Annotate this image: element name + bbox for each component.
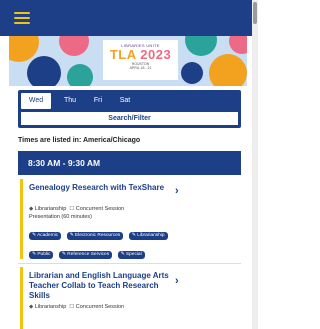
tab-sat[interactable]: Sat <box>112 93 138 109</box>
session-type: Concurrent Session <box>75 206 125 212</box>
session-card[interactable]: Genealogy Research with TexShare › ◆ Lib… <box>20 179 241 259</box>
logo-wordmark: TLA 2023 <box>109 47 172 62</box>
chevron-right-icon[interactable]: › <box>175 185 179 197</box>
tag-public[interactable]: ✎ Public <box>29 251 54 259</box>
tab-wed[interactable]: Wed <box>21 93 51 109</box>
session-meta: ◆ Librarianship ☐ Concurrent Session <box>29 206 124 212</box>
tag-librarianship[interactable]: ✎ Librarianship <box>128 232 168 240</box>
tag-icon: ◆ <box>29 304 34 310</box>
tag-icon: ◆ <box>29 206 34 212</box>
time-slot-header: 8:30 AM - 9:30 AM <box>18 151 241 175</box>
tag-reference-services[interactable]: ✎ Reference Services <box>58 251 113 259</box>
conference-logo: LIBRARIES UNITE TLA 2023 HOUSTON APRIL 1… <box>103 40 178 80</box>
session-type: Concurrent Session <box>75 304 125 310</box>
search-filter-button[interactable]: Search/Filter <box>21 112 238 125</box>
session-format: Presentation (60 minutes) <box>29 214 92 220</box>
conference-banner: LIBRARIES UNITE TLA 2023 HOUSTON APRIL 1… <box>9 36 247 86</box>
session-card[interactable]: Librarian and English Language Arts Teac… <box>20 267 241 329</box>
divider <box>18 263 241 264</box>
scrollbar[interactable] <box>252 0 258 329</box>
tab-fri[interactable]: Fri <box>86 93 110 109</box>
tag-special[interactable]: ✎ Special <box>117 251 145 259</box>
session-meta: ◆ Librarianship ☐ Concurrent Session <box>29 304 124 310</box>
tag-academic[interactable]: ✎ Academic <box>29 232 62 240</box>
hamburger-icon[interactable] <box>14 12 30 24</box>
session-title[interactable]: Librarian and English Language Arts Teac… <box>29 271 179 301</box>
timezone-note: Times are listed in: America/Chicago <box>18 137 141 144</box>
logo-dates: APRIL 18 - 21 <box>129 66 152 70</box>
session-tags: ✎ Academic ✎ Electronic Resources ✎ Libr… <box>29 223 189 261</box>
session-track: Librarianship <box>34 304 67 310</box>
session-track: Librarianship <box>34 206 67 212</box>
session-title[interactable]: Genealogy Research with TexShare <box>29 183 179 193</box>
top-app-bar <box>0 0 252 36</box>
tag-electronic-resources[interactable]: ✎ Electronic Resources <box>66 232 124 240</box>
calendar-icon: ☐ <box>69 304 75 310</box>
tab-thu[interactable]: Thu <box>56 93 84 109</box>
chevron-right-icon[interactable]: › <box>175 275 179 287</box>
scrollbar-thumb[interactable] <box>253 2 257 24</box>
day-tabs: Wed Thu Fri Sat Search/Filter <box>18 90 241 128</box>
calendar-icon: ☐ <box>69 206 75 212</box>
